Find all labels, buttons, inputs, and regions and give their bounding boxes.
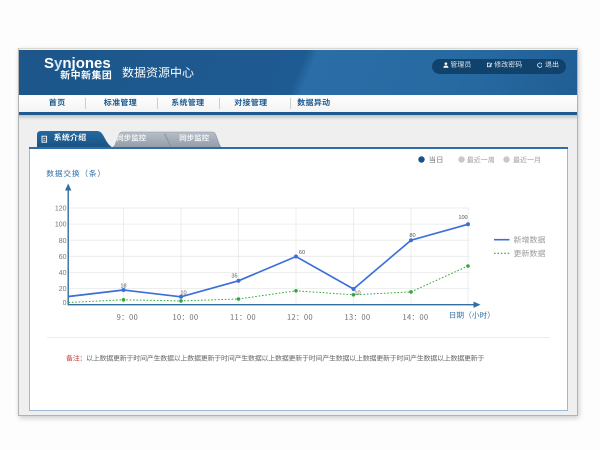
svg-text:40: 40 [59,270,67,277]
svg-text:120: 120 [55,206,67,213]
svg-text:10: 10 [180,291,186,297]
svg-text:35: 35 [231,274,237,280]
svg-text:80: 80 [409,233,415,239]
svg-text:80: 80 [59,238,67,245]
svg-text:100: 100 [55,222,67,229]
svg-text:0: 0 [63,300,67,307]
svg-text:10: 10 [354,291,360,297]
svg-text:18: 18 [120,283,126,289]
svg-text:100: 100 [458,215,467,221]
svg-text:60: 60 [59,254,67,261]
svg-text:60: 60 [299,250,305,256]
svg-text:20: 20 [59,286,67,293]
